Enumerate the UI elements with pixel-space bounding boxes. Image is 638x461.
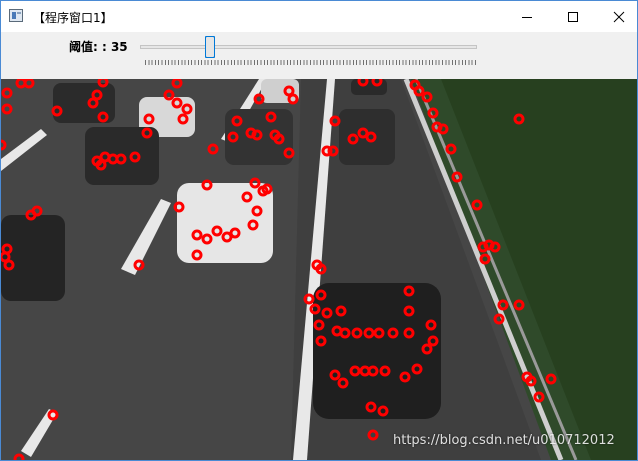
app-window-icon <box>9 9 23 22</box>
result-image: https://blog.csdn.net/u010712012 <box>1 79 637 460</box>
road-scene-image <box>1 79 637 460</box>
threshold-slider-track[interactable] <box>140 45 477 49</box>
minimize-button[interactable] <box>504 1 550 32</box>
maximize-icon <box>568 11 578 22</box>
window-title: 【程序窗口1】 <box>33 11 113 25</box>
threshold-slider-ticks <box>145 60 476 65</box>
close-button[interactable] <box>596 1 637 32</box>
close-icon <box>613 11 625 22</box>
watermark-text: https://blog.csdn.net/u010712012 <box>393 433 615 448</box>
title-bar[interactable]: 【程序窗口1】 <box>1 1 637 32</box>
threshold-slider-thumb[interactable] <box>205 36 215 58</box>
program-window: 【程序窗口1】 阈值: : 35 https://blog.csdn.net/u… <box>0 0 638 461</box>
trackbar-panel: 阈值: : 35 <box>1 32 637 79</box>
maximize-button[interactable] <box>550 1 596 32</box>
minimize-icon <box>522 16 532 18</box>
threshold-label: 阈值: : 35 <box>69 40 128 54</box>
